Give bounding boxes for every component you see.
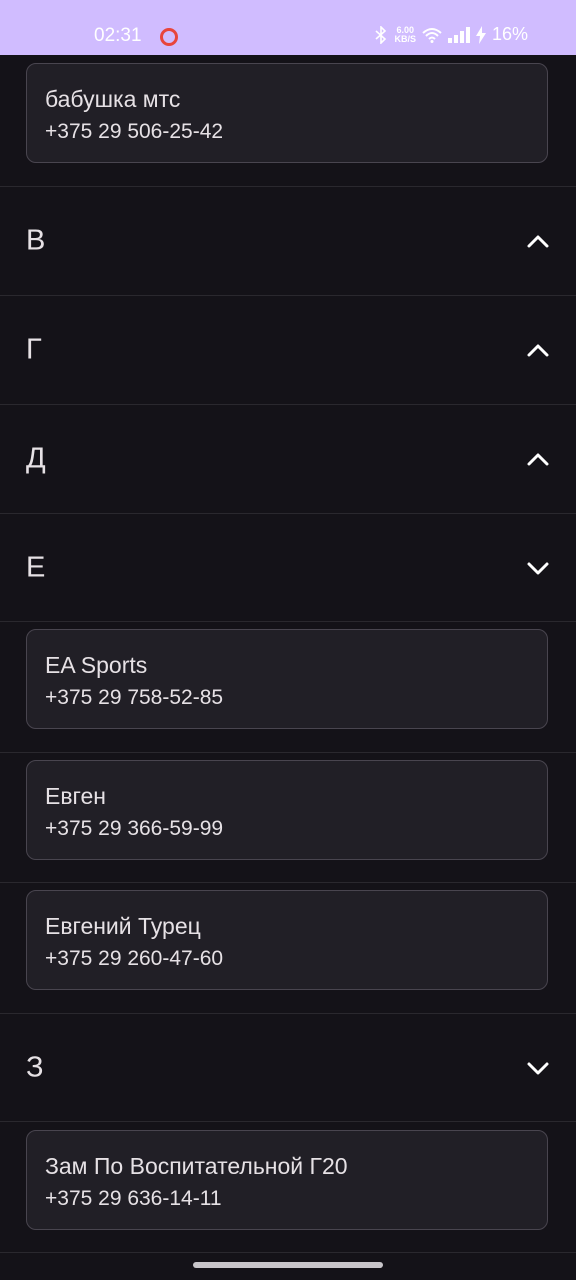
- recording-icon: [160, 28, 178, 46]
- section-letter: Г: [26, 333, 42, 366]
- contact-phone: +375 29 366-59-99: [45, 817, 224, 840]
- chevron-up-icon[interactable]: [526, 451, 550, 467]
- contact-card[interactable]: EA Sports +375 29 758-52-85: [26, 629, 548, 729]
- contact-phone: +375 29 636-14-11: [45, 1187, 222, 1210]
- chevron-down-icon[interactable]: [526, 560, 550, 576]
- chevron-up-icon[interactable]: [526, 233, 550, 249]
- section-letter: Е: [26, 551, 46, 584]
- contact-card[interactable]: Евген +375 29 366-59-99: [26, 760, 548, 860]
- battery-level: 16%: [491, 24, 528, 44]
- contact-card[interactable]: Зам По Воспитательной Г20 +375 29 636-14…: [26, 1130, 548, 1230]
- status-bar: 02:31 6.00 KB/S 16%: [0, 0, 576, 55]
- section-header-z[interactable]: З: [0, 1013, 576, 1122]
- divider: [0, 621, 576, 622]
- contact-name: Зам По Воспитательной Г20: [45, 1153, 348, 1179]
- section-header-g[interactable]: Г: [0, 295, 576, 404]
- bluetooth-icon: [374, 25, 388, 44]
- contact-phone: +375 29 758-52-85: [45, 686, 224, 709]
- home-indicator[interactable]: [193, 1262, 383, 1268]
- network-speed: 6.00 KB/S: [394, 25, 416, 44]
- section-letter: З: [26, 1051, 44, 1084]
- status-icons: 6.00 KB/S 16%: [374, 24, 528, 45]
- divider: [0, 1121, 576, 1122]
- chevron-up-icon[interactable]: [526, 342, 550, 358]
- section-letter: В: [26, 224, 46, 257]
- signal-icon: [447, 26, 470, 43]
- contact-name: Евгений Турец: [45, 913, 201, 939]
- section-header-v[interactable]: В: [0, 186, 576, 295]
- charging-icon: [475, 25, 486, 44]
- divider: [0, 1252, 576, 1253]
- status-time: 02:31: [94, 25, 142, 46]
- section-header-d[interactable]: Д: [0, 404, 576, 513]
- divider: [0, 882, 576, 883]
- wifi-icon: [422, 27, 442, 43]
- chevron-down-icon[interactable]: [526, 1060, 550, 1076]
- network-speed-unit: KB/S: [394, 33, 416, 44]
- contact-name: EA Sports: [45, 652, 148, 678]
- contact-name: бабушка мтс: [45, 86, 181, 112]
- contact-card[interactable]: Евгений Турец +375 29 260-47-60: [26, 890, 548, 990]
- contact-card[interactable]: бабушка мтс +375 29 506-25-42: [26, 63, 548, 163]
- section-letter: Д: [26, 442, 46, 475]
- divider: [0, 752, 576, 753]
- section-header-e[interactable]: Е: [0, 513, 576, 622]
- contact-name: Евген: [45, 783, 106, 809]
- contact-phone: +375 29 506-25-42: [45, 120, 224, 143]
- contact-phone: +375 29 260-47-60: [45, 947, 224, 970]
